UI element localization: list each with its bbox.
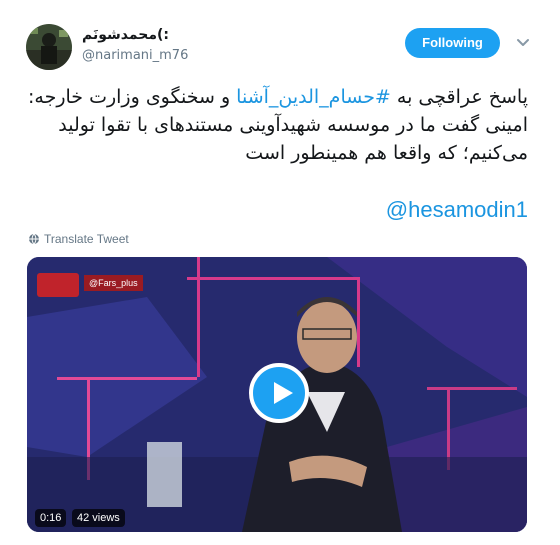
tweet-text-body: امینی گفت ما در موسسه شهیدآوینی مستندهای… <box>58 114 528 164</box>
channel-handle: @Fars_plus <box>84 275 143 291</box>
tweet-header: :)محمدشونَم @narimani_m76 Following <box>26 24 536 70</box>
tweet-text: پاسخ عراقچی به #حسام_الدین_آشنا و سخنگوی… <box>26 83 528 167</box>
author-names: :)محمدشونَم @narimani_m76 <box>82 26 188 65</box>
play-button[interactable] <box>249 363 309 423</box>
translate-label: Translate Tweet <box>44 232 129 246</box>
video-player[interactable]: @Fars_plus 0:16 42 views <box>27 257 527 532</box>
mention-line: @hesamodin1 <box>26 196 528 224</box>
tweet-text-line1-end: و سخنگوی وزارت خارجه: <box>28 86 237 108</box>
mention-link[interactable]: @hesamodin1 <box>386 197 528 222</box>
video-duration: 0:16 <box>35 509 67 527</box>
avatar[interactable] <box>26 24 72 70</box>
video-views: 42 views <box>72 509 125 527</box>
translate-tweet[interactable]: Translate Tweet <box>28 232 129 246</box>
following-button[interactable]: Following <box>405 28 500 58</box>
tweet-card: :)محمدشونَم @narimani_m76 Following پاسخ… <box>0 0 560 545</box>
hashtag-link[interactable]: #حسام_الدین_آشنا <box>236 86 391 108</box>
globe-icon <box>29 233 39 245</box>
user-handle[interactable]: @narimani_m76 <box>82 47 188 65</box>
play-icon <box>274 382 293 404</box>
tweet-text-start: پاسخ عراقچی به <box>390 86 528 108</box>
channel-logo <box>37 273 79 297</box>
caret-down-icon[interactable] <box>515 34 531 50</box>
display-name[interactable]: :)محمدشونَم <box>82 26 188 45</box>
